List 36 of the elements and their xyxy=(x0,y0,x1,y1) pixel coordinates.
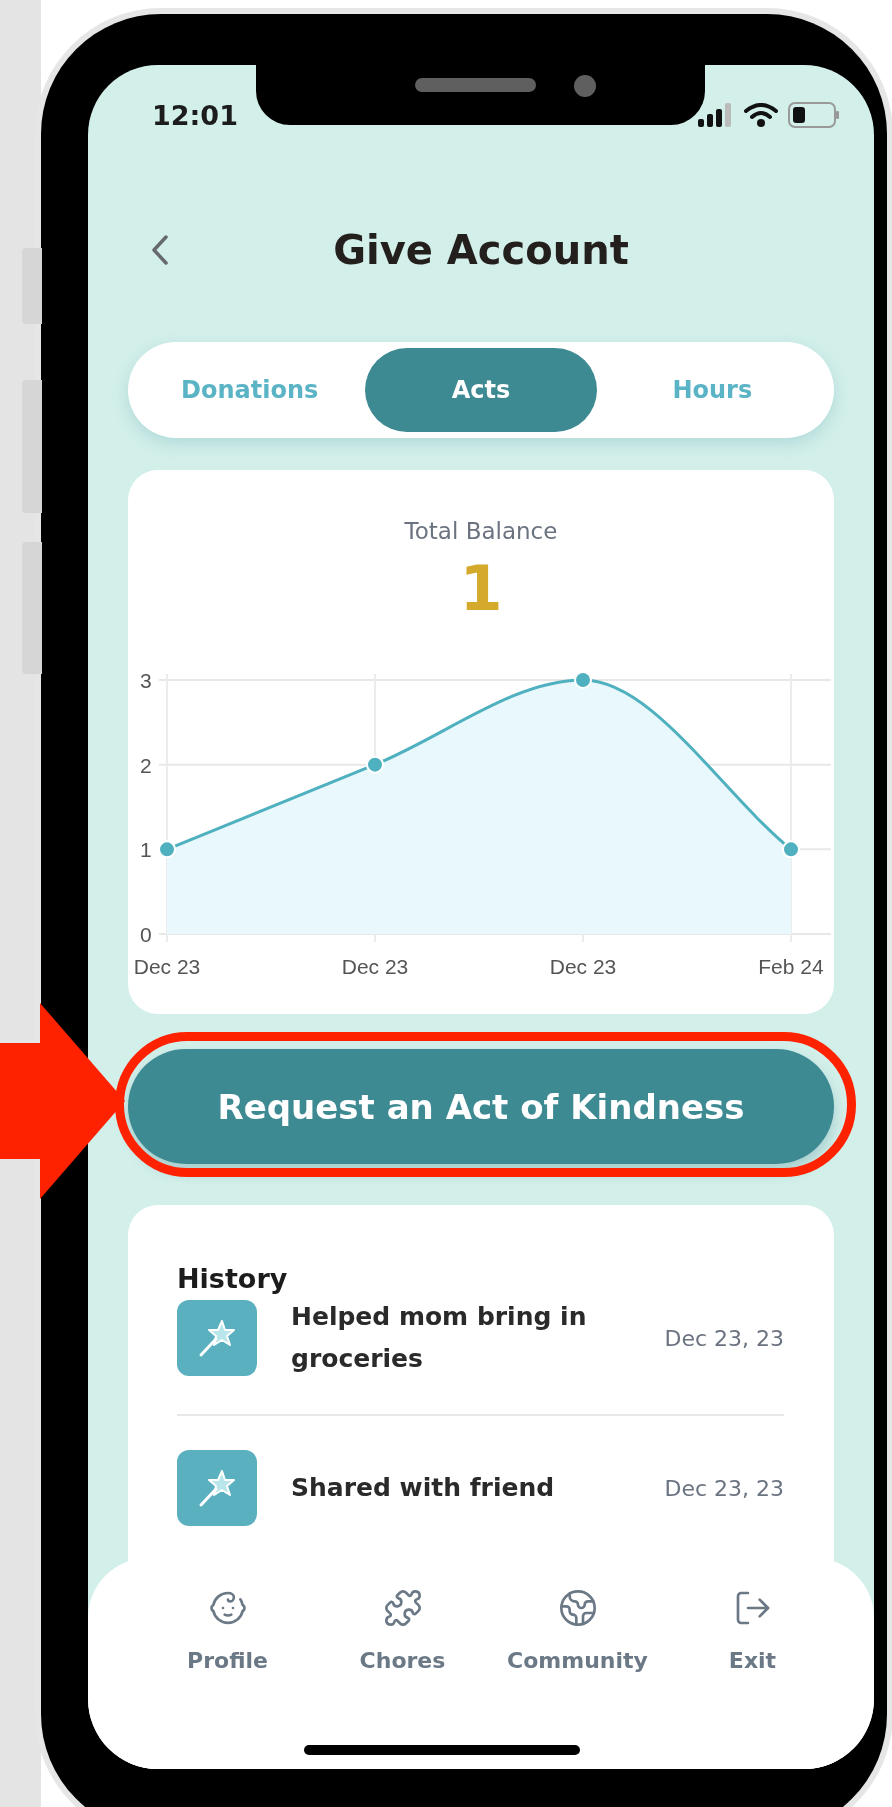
data-point xyxy=(157,840,176,859)
wifi-icon xyxy=(744,103,778,127)
data-point xyxy=(781,840,800,859)
signal-icon xyxy=(698,103,734,127)
balance-value: 1 xyxy=(459,558,503,620)
axis-label: Dec 23 xyxy=(133,955,200,978)
axis-label: Feb 24 xyxy=(757,955,824,978)
battery-icon xyxy=(788,102,840,128)
history-text: Shared with friend xyxy=(291,1472,556,1504)
axis-label: Dec 23 xyxy=(549,955,616,978)
axis-label: 3 xyxy=(139,669,152,692)
history-title: History xyxy=(177,1263,289,1294)
nav-item[interactable]: Profile xyxy=(140,1588,315,1673)
history-date: Dec 23, 23 xyxy=(664,1325,784,1351)
axis-label: 1 xyxy=(139,838,152,862)
nav-item[interactable]: Chores xyxy=(315,1588,490,1673)
nav-item[interactable]: Exit xyxy=(665,1588,840,1673)
status-time: 12:01 xyxy=(152,99,238,131)
axis-label: Dec 23 xyxy=(341,955,408,978)
camera-dot xyxy=(574,75,596,97)
balance-label: Total Balance xyxy=(404,518,558,544)
puzzle-icon xyxy=(382,1588,423,1628)
axis-label: 0 xyxy=(139,923,152,946)
tab[interactable]: Acts xyxy=(365,348,597,432)
axis-label: 2 xyxy=(139,753,152,777)
tab[interactable]: Hours xyxy=(596,348,828,432)
page-title: Give Account xyxy=(333,227,629,273)
history-date: Dec 23, 23 xyxy=(664,1475,784,1501)
chevron-left-icon xyxy=(150,234,170,266)
globe-icon xyxy=(557,1588,598,1628)
history-text: Helped mom bring in groceries xyxy=(291,1301,588,1375)
nav-item[interactable]: Community xyxy=(490,1588,665,1673)
tab[interactable]: Donations xyxy=(134,348,366,432)
request-button[interactable]: Request an Act of Kindness xyxy=(128,1049,834,1164)
data-point xyxy=(365,755,384,774)
data-point xyxy=(573,671,592,689)
